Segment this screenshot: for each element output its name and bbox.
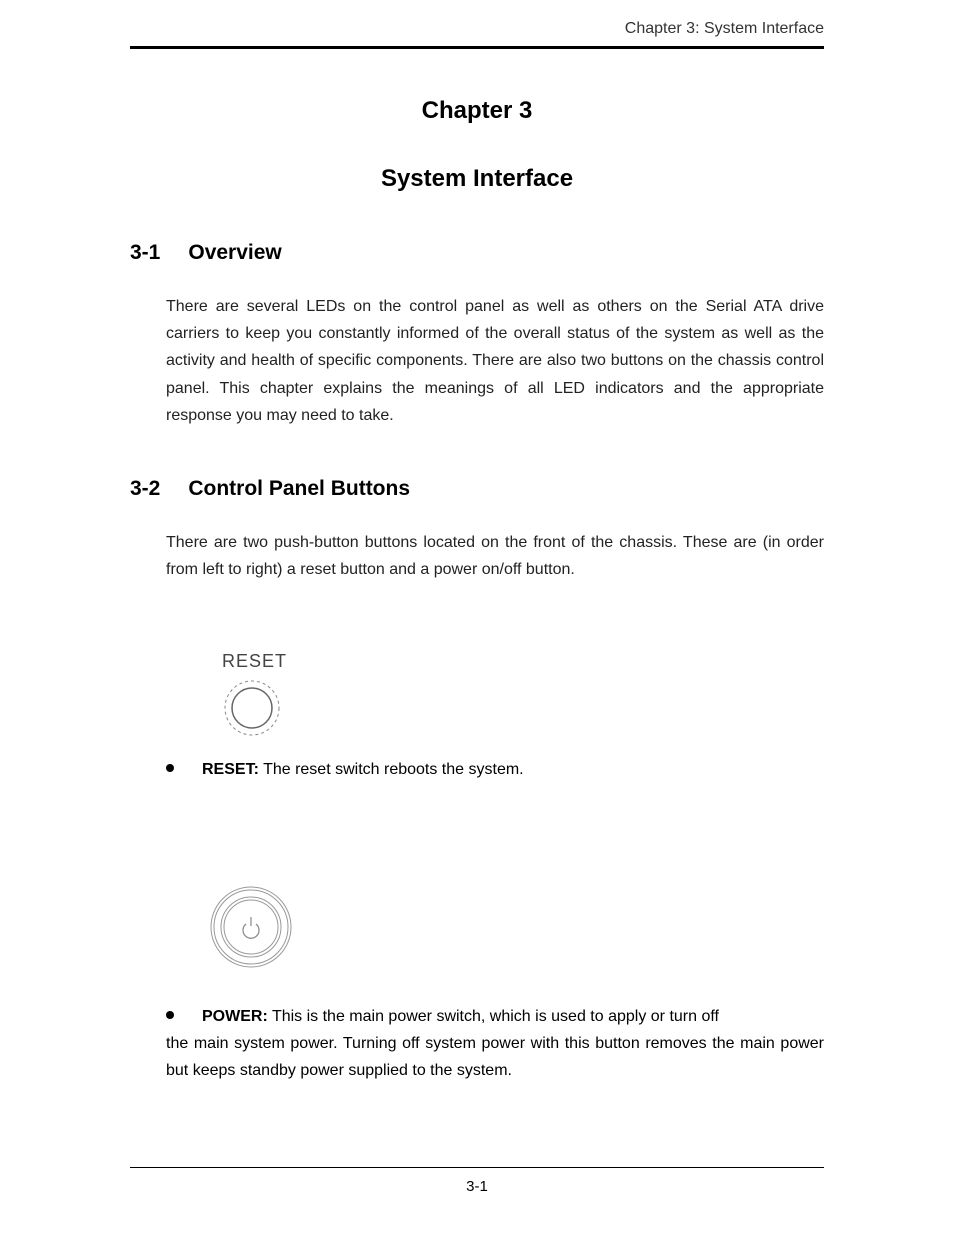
section-number: 3-1 xyxy=(130,241,160,265)
power-button-diagram xyxy=(208,884,824,975)
reset-bullet-desc: The reset switch reboots the system. xyxy=(263,761,524,778)
reset-bullet-label: RESET: xyxy=(202,761,259,778)
reset-bullet-text: RESET: The reset switch reboots the syst… xyxy=(202,756,524,783)
section-number: 3-2 xyxy=(130,477,160,501)
power-bullet-paragraph: POWER: This is the main power switch, wh… xyxy=(166,1003,824,1085)
running-head: Chapter 3: System Interface xyxy=(130,20,824,46)
bullet-icon xyxy=(166,764,174,772)
header-divider xyxy=(130,46,824,49)
power-bullet-label: POWER: xyxy=(202,1008,268,1025)
power-bullet-rest: the main system power. Turning off syste… xyxy=(166,1030,824,1084)
overview-body: There are several LEDs on the control pa… xyxy=(166,293,824,429)
chapter-title: System Interface xyxy=(130,165,824,193)
power-bullet-first-line: POWER: This is the main power switch, wh… xyxy=(202,1003,719,1030)
chapter-number: Chapter 3 xyxy=(130,97,824,125)
footer-divider xyxy=(130,1167,824,1168)
page-number: 3-1 xyxy=(130,1178,824,1195)
bullet-icon xyxy=(166,1011,174,1019)
reset-button-diagram: RESET xyxy=(222,651,824,738)
power-button-icon xyxy=(208,884,294,970)
section-title: Overview xyxy=(188,241,281,265)
section-heading-control-panel: 3-2 Control Panel Buttons xyxy=(130,477,824,501)
section-title: Control Panel Buttons xyxy=(188,477,410,501)
section-heading-overview: 3-1 Overview xyxy=(130,241,824,265)
control-panel-body: There are two push-button buttons locate… xyxy=(166,529,824,583)
reset-bullet-item: RESET: The reset switch reboots the syst… xyxy=(166,756,824,783)
power-bullet-line1: This is the main power switch, which is … xyxy=(272,1008,719,1025)
reset-icon-label: RESET xyxy=(222,651,824,672)
page-footer: 3-1 xyxy=(130,1167,824,1195)
reset-button-icon xyxy=(222,678,282,738)
